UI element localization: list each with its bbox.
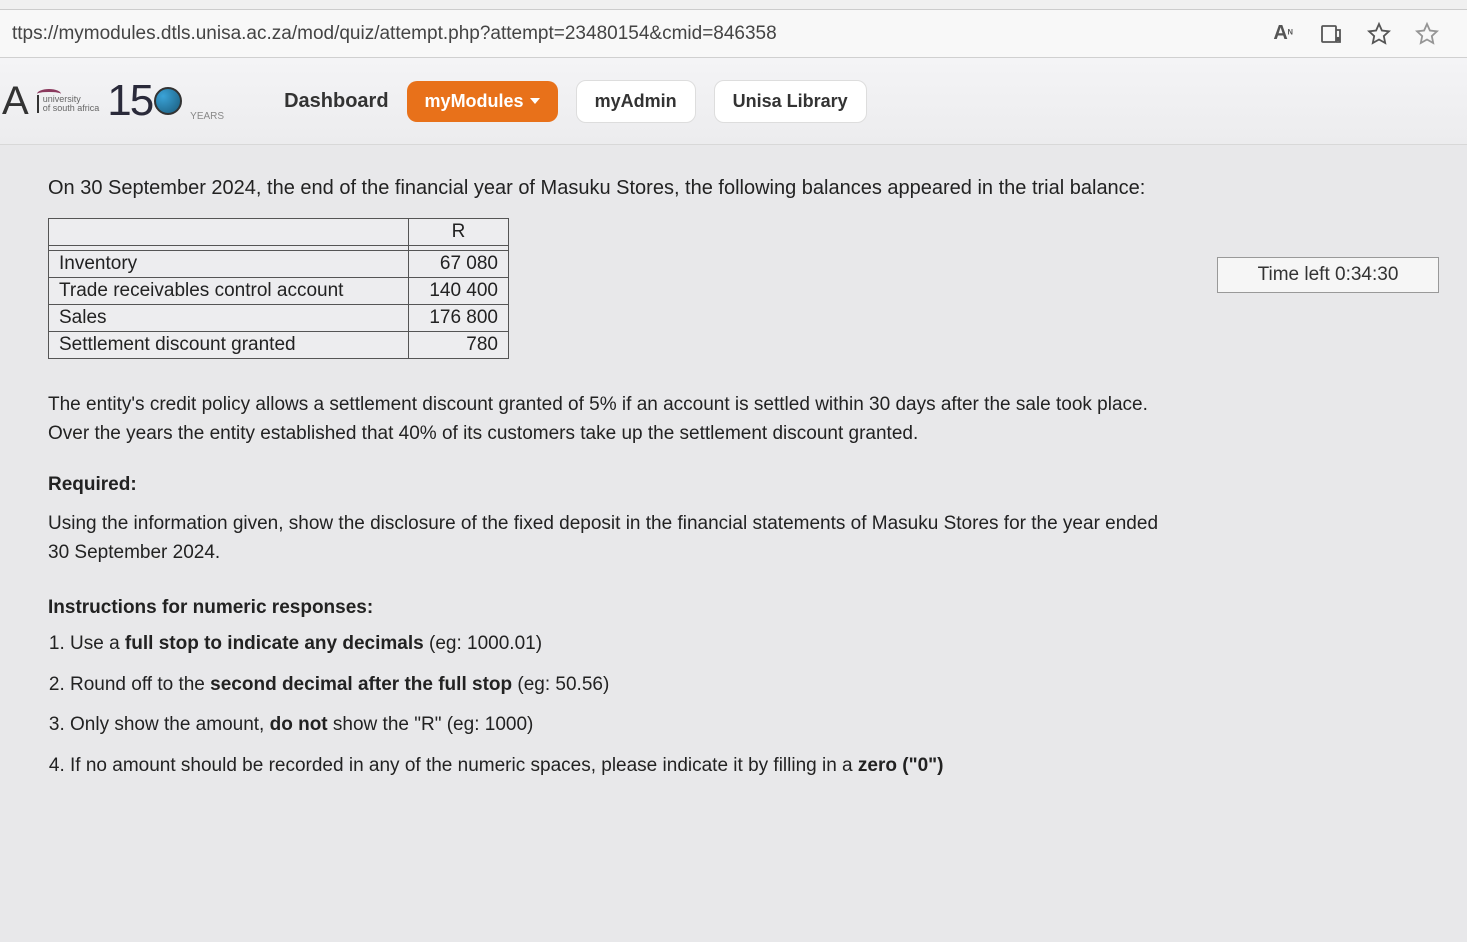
browser-toolbar-icons: Aᴺ: [1271, 22, 1459, 46]
instruction-item: Use a full stop to indicate any decimals…: [70, 631, 1181, 658]
nav-library-button[interactable]: Unisa Library: [714, 80, 867, 123]
quiz-timer: Time left 0:34:30: [1217, 257, 1439, 293]
logo-150: 15: [107, 76, 182, 126]
globe-icon: [154, 87, 182, 115]
instructions-heading: Instructions for numeric responses:: [48, 597, 1181, 619]
url-text[interactable]: ttps://mymodules.dtls.unisa.ac.za/mod/qu…: [8, 23, 1271, 45]
logo-subtext: universityof south africa: [37, 89, 100, 113]
required-text: Using the information given, show the di…: [48, 510, 1181, 567]
instructions-list: Use a full stop to indicate any decimals…: [48, 631, 1181, 779]
quiz-sidebar: Time left 0:34:30: [1217, 165, 1467, 793]
table-row: Settlement discount granted 780: [49, 332, 509, 359]
table-row: Inventory 67 080: [49, 251, 509, 278]
logo-years: YEARS: [190, 111, 224, 122]
logo-letter: A: [2, 79, 29, 124]
text-size-icon[interactable]: Aᴺ: [1271, 22, 1295, 46]
favorite-star-icon[interactable]: [1367, 22, 1391, 46]
question-content: On 30 September 2024, the end of the fin…: [0, 165, 1217, 793]
question-intro: On 30 September 2024, the end of the fin…: [48, 177, 1181, 200]
table-row: Sales 176 800: [49, 305, 509, 332]
chevron-down-icon: [530, 98, 540, 104]
instruction-item: Round off to the second decimal after th…: [70, 672, 1181, 699]
table-row: Trade receivables control account 140 40…: [49, 278, 509, 305]
required-heading: Required:: [48, 474, 1181, 496]
address-bar: ttps://mymodules.dtls.unisa.ac.za/mod/qu…: [0, 10, 1467, 58]
unisa-logo[interactable]: A universityof south africa 15 YEARS: [0, 76, 224, 126]
table-header-r: R: [409, 219, 509, 246]
instruction-item: If no amount should be recorded in any o…: [70, 753, 1181, 780]
nav-mymodules-button[interactable]: myModules: [407, 81, 558, 122]
reader-mode-icon[interactable]: [1319, 22, 1343, 46]
trial-balance-table: R Inventory 67 080 Trade receivables con…: [48, 218, 509, 359]
nav-myadmin-button[interactable]: myAdmin: [576, 80, 696, 123]
table-header-blank: [49, 219, 409, 246]
nav-dashboard[interactable]: Dashboard: [284, 90, 388, 113]
browser-tabstrip: [0, 0, 1467, 10]
instruction-item: Only show the amount, do not show the "R…: [70, 712, 1181, 739]
page-header: A universityof south africa 15 YEARS Das…: [0, 58, 1467, 145]
content-wrap: On 30 September 2024, the end of the fin…: [0, 145, 1467, 793]
collections-icon[interactable]: [1415, 22, 1439, 46]
policy-text: The entity's credit policy allows a sett…: [48, 391, 1181, 448]
